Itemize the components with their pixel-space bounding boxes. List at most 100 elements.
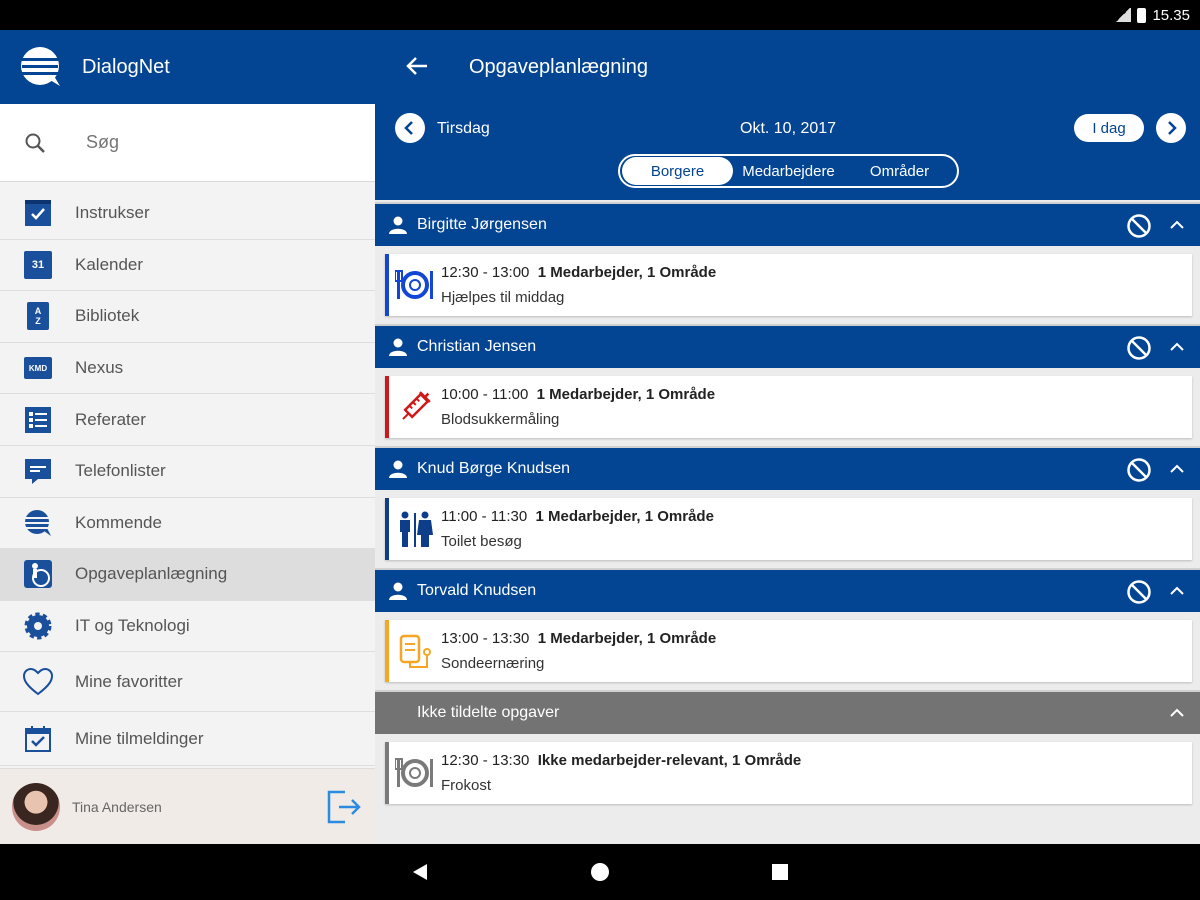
task-summary: Ikke medarbejder-relevant, 1 Område — [537, 752, 802, 769]
sidebar-item-label: Kalender — [75, 254, 144, 274]
person-icon — [389, 582, 407, 600]
group-name: Christian Jensen — [417, 338, 537, 355]
view-segmented-control: Borgere Medarbejdere Områder — [618, 154, 959, 188]
task-card[interactable]: 11:00 - 11:30 1 Medarbejder, 1 Område To… — [385, 498, 1192, 560]
sidebar-item-instrukser[interactable]: Instrukser — [0, 188, 375, 240]
app-name: DialogNet — [82, 55, 170, 78]
list-document-icon — [23, 405, 53, 435]
chevron-up-icon[interactable] — [1170, 462, 1184, 476]
az-book-icon: AZ — [23, 301, 53, 331]
task-title: Sondeernæring — [441, 655, 545, 672]
sidebar-item-opgaveplanlaegning[interactable]: Opgaveplanlægning — [0, 549, 375, 601]
system-nav-bar — [0, 844, 1200, 900]
main-header: Opgaveplanlægning Tirsdag Okt. 10, 2017 … — [375, 30, 1200, 200]
sidebar-item-referater[interactable]: Referater — [0, 394, 375, 446]
dialognet-logo-icon — [21, 47, 60, 86]
task-title: Blodsukkermåling — [441, 411, 560, 428]
sidebar-item-kalender[interactable]: 31 Kalender — [0, 240, 375, 292]
battery-icon — [1137, 7, 1147, 23]
nav-list: Instrukser 31 Kalender AZ Bibliotek KMD … — [0, 188, 375, 767]
day-label: Tirsdag — [437, 120, 490, 137]
home-circle-icon[interactable] — [590, 862, 610, 882]
chevron-right-icon — [1168, 121, 1177, 135]
task-title: Frokost — [441, 777, 492, 794]
chat-bubble-icon — [23, 456, 53, 486]
logout-icon[interactable] — [325, 788, 363, 826]
sidebar-item-label: Telefonlister — [75, 461, 166, 481]
task-title: Toilet besøg — [441, 533, 522, 550]
task-summary: 1 Medarbejder, 1 Område — [536, 386, 716, 403]
back-triangle-icon[interactable] — [410, 862, 430, 882]
sidebar-item-label: Instrukser — [75, 203, 150, 223]
block-icon[interactable] — [1126, 579, 1152, 605]
person-icon — [389, 338, 407, 356]
sidebar-item-bibliotek[interactable]: AZ Bibliotek — [0, 291, 375, 343]
next-day-button[interactable] — [1156, 113, 1186, 143]
date-label: Okt. 10, 2017 — [740, 120, 837, 137]
sidebar-item-label: Opgaveplanlægning — [75, 564, 228, 584]
search-bar[interactable] — [0, 104, 375, 182]
back-arrow-icon[interactable] — [405, 54, 429, 78]
search-icon — [25, 133, 45, 153]
block-icon[interactable] — [1126, 457, 1152, 483]
task-card[interactable]: 12:30 - 13:30 Ikke medarbejder-relevant,… — [385, 742, 1192, 804]
sidebar-item-label: Kommende — [75, 512, 162, 532]
sidebar-item-label: Bibliotek — [75, 306, 140, 326]
recents-square-icon[interactable] — [770, 862, 790, 882]
unassigned-group-header[interactable]: Ikke tildelte opgaver — [375, 690, 1200, 734]
group-header[interactable]: Christian Jensen — [375, 324, 1200, 368]
block-icon[interactable] — [1126, 335, 1152, 361]
task-card[interactable]: 13:00 - 13:30 1 Medarbejder, 1 Område So… — [385, 620, 1192, 682]
group-header[interactable]: Torvald Knudsen — [375, 568, 1200, 612]
sidebar-item-nexus[interactable]: KMD Nexus — [0, 343, 375, 395]
signal-icon — [1115, 8, 1132, 22]
avatar[interactable] — [12, 782, 60, 831]
block-icon[interactable] — [1126, 213, 1152, 239]
task-list: Birgitte Jørgensen 12:30 - 13:00 1 Medar… — [375, 200, 1200, 804]
previous-day-button[interactable] — [395, 113, 425, 143]
sidebar-item-mine-favoritter[interactable]: Mine favoritter — [0, 652, 375, 713]
main-panel: Opgaveplanlægning Tirsdag Okt. 10, 2017 … — [375, 30, 1200, 844]
task-time: 11:00 - 11:30 — [441, 508, 528, 525]
sidebar-item-mine-tilmeldinger[interactable]: Mine tilmeldinger — [0, 712, 375, 767]
chevron-up-icon[interactable] — [1170, 340, 1184, 354]
tab-omraader[interactable]: Områder — [844, 157, 955, 185]
checkbox-icon — [23, 198, 53, 228]
task-summary: 1 Medarbejder, 1 Område — [537, 264, 717, 281]
sidebar-header: DialogNet — [0, 30, 375, 104]
meal-icon — [389, 757, 441, 789]
group-header[interactable]: Knud Børge Knudsen — [375, 446, 1200, 490]
sidebar-item-label: IT og Teknologi — [75, 616, 190, 636]
task-time: 13:00 - 13:30 — [441, 630, 530, 647]
task-time-line: 12:30 - 13:00 1 Medarbejder, 1 Område — [441, 264, 716, 281]
tab-borgere[interactable]: Borgere — [622, 157, 733, 185]
status-bar: 15.35 — [0, 0, 1200, 30]
sidebar-item-label: Referater — [75, 409, 146, 429]
tab-medarbejdere[interactable]: Medarbejdere — [733, 157, 844, 185]
task-card[interactable]: 10:00 - 11:00 1 Medarbejder, 1 Område Bl… — [385, 376, 1192, 438]
chevron-up-icon[interactable] — [1170, 584, 1184, 598]
group-header[interactable]: Birgitte Jørgensen — [375, 202, 1200, 246]
group-name: Birgitte Jørgensen — [417, 216, 547, 233]
task-summary: 1 Medarbejder, 1 Område — [535, 508, 714, 525]
chevron-up-icon[interactable] — [1170, 706, 1184, 720]
task-time-line: 10:00 - 11:00 1 Medarbejder, 1 Område — [441, 386, 715, 403]
task-time: 10:00 - 11:00 — [441, 386, 529, 403]
task-time: 12:30 - 13:30 — [441, 752, 530, 769]
group-name: Ikke tildelte opgaver — [417, 704, 560, 721]
heart-icon — [23, 667, 53, 697]
person-icon — [389, 460, 407, 478]
toilet-icon — [389, 511, 441, 547]
care-person-icon — [23, 559, 53, 589]
person-icon — [389, 216, 407, 234]
sidebar-item-telefonlister[interactable]: Telefonlister — [0, 446, 375, 498]
today-button[interactable]: I dag — [1074, 114, 1144, 142]
sidebar-item-kommende[interactable]: Kommende — [0, 498, 375, 550]
sidebar-item-label: Nexus — [75, 358, 124, 378]
chevron-up-icon[interactable] — [1170, 218, 1184, 232]
sidebar-item-it-og-teknologi[interactable]: IT og Teknologi — [0, 601, 375, 653]
group-name: Knud Børge Knudsen — [417, 460, 570, 477]
task-card[interactable]: 12:30 - 13:00 1 Medarbejder, 1 Område Hj… — [385, 254, 1192, 316]
search-input[interactable] — [86, 132, 286, 153]
calendar-31-icon: 31 — [23, 250, 53, 280]
